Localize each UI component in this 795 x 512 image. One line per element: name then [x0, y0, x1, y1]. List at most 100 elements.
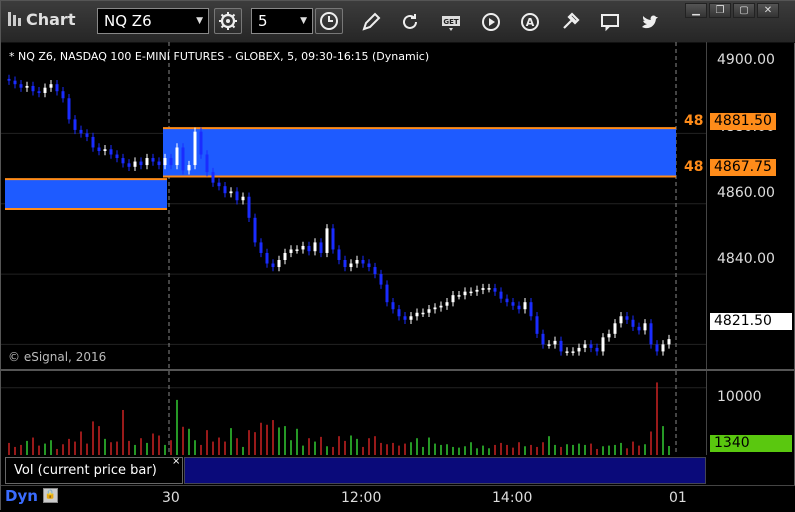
- time-axis-label: 30: [162, 490, 180, 506]
- settings-gear-icon: [219, 12, 237, 30]
- chart-window: Chart NQ Z6 ▼ 5 ▼ GET A ▁ ❐ ▢ ✕ * NQ Z6,…: [0, 0, 795, 512]
- restore-button[interactable]: ❐: [709, 3, 731, 18]
- candle-body: [163, 158, 167, 166]
- symbol-settings-button[interactable]: [214, 8, 242, 34]
- candle-body: [343, 260, 347, 268]
- candle-body: [667, 339, 671, 345]
- candle-body: [601, 337, 605, 352]
- chat-icon[interactable]: [599, 11, 621, 33]
- upper-level-tag: 4881.50: [710, 113, 776, 130]
- candle-body: [319, 242, 323, 253]
- candle-body: [259, 242, 263, 253]
- study-label: Vol (current price bar): [14, 463, 157, 478]
- candle-body: [211, 172, 215, 183]
- candle-body: [553, 340, 557, 345]
- candle-body: [283, 252, 287, 260]
- alert-icon[interactable]: A: [519, 11, 541, 33]
- time-axis[interactable]: 30 12:00 14:00 01: [1, 485, 795, 512]
- play-icon[interactable]: [480, 11, 502, 33]
- candle-body: [55, 84, 59, 92]
- close-window-button[interactable]: ✕: [757, 3, 779, 18]
- candle-body: [253, 217, 257, 243]
- get-icon[interactable]: GET: [440, 11, 462, 33]
- candle-body: [451, 295, 455, 303]
- candle-body: [529, 302, 533, 317]
- candle-body: [457, 295, 461, 297]
- candle-body: [199, 131, 203, 155]
- candle-body: [379, 274, 383, 285]
- study-close-icon[interactable]: ×: [172, 456, 180, 467]
- candle-body: [499, 291, 503, 299]
- minimize-button[interactable]: ▁: [685, 3, 707, 18]
- candle-body: [193, 131, 197, 166]
- candle-body: [205, 154, 209, 173]
- candle-body: [175, 147, 179, 166]
- copyright-label: © eSignal, 2016: [8, 350, 107, 364]
- study-legend[interactable]: Vol (current price bar): [5, 457, 183, 484]
- lock-icon[interactable]: 🔒: [43, 488, 58, 503]
- candle-body: [13, 80, 17, 85]
- candle-body: [127, 163, 131, 167]
- volume-chart[interactable]: [1, 371, 706, 455]
- clock-icon: [320, 12, 338, 30]
- interval-combo[interactable]: 5 ▼: [251, 8, 313, 34]
- candle-body: [469, 291, 473, 294]
- candle-body: [571, 351, 575, 353]
- candle-body: [415, 312, 419, 317]
- candle-body: [397, 309, 401, 317]
- candle-body: [265, 252, 269, 264]
- candle-body: [595, 347, 599, 352]
- pencil-icon[interactable]: [360, 11, 382, 33]
- candle-body: [307, 245, 311, 252]
- lower-level-tag: 4867.75: [710, 159, 776, 176]
- candle-body: [631, 319, 635, 327]
- candle-body: [361, 260, 365, 264]
- candle-body: [427, 309, 431, 313]
- interval-clock-button[interactable]: [315, 8, 343, 34]
- candle-body: [289, 249, 293, 253]
- svg-text:GET: GET: [443, 18, 459, 26]
- candle-body: [181, 147, 185, 171]
- candle-body: [157, 161, 161, 166]
- time-axis-label: 01: [669, 490, 687, 506]
- candle-body: [493, 288, 497, 292]
- candle-body: [61, 91, 65, 99]
- candle-body: [463, 291, 467, 296]
- candle-body: [385, 284, 389, 303]
- level-prefix-upper: 48: [684, 113, 704, 129]
- chevron-down-icon: ▼: [196, 16, 203, 26]
- candle-body: [325, 228, 329, 253]
- candle-body: [271, 263, 275, 268]
- price-axis[interactable]: 4900.00 4880.00 4860.00 4840.00 4820.00 …: [706, 42, 795, 369]
- candle-body: [409, 316, 413, 320]
- maximize-button[interactable]: ▢: [733, 3, 755, 18]
- candle-body: [373, 267, 377, 275]
- dynamic-mode-label[interactable]: Dyn: [5, 487, 38, 505]
- price-axis-label: 4840.00: [717, 251, 775, 267]
- candle-body: [31, 85, 35, 92]
- candle-body: [607, 333, 611, 338]
- price-chart[interactable]: [1, 42, 706, 369]
- refresh-icon[interactable]: [399, 11, 421, 33]
- candle-body: [355, 260, 359, 264]
- toolbar: Chart NQ Z6 ▼ 5 ▼ GET A ▁ ❐ ▢ ✕: [1, 1, 795, 43]
- candle-body: [403, 316, 407, 320]
- time-axis-label: 14:00: [492, 490, 533, 506]
- candle-body: [235, 191, 239, 201]
- candle-body: [661, 344, 665, 352]
- candle-body: [73, 119, 77, 130]
- svg-text:A: A: [526, 16, 535, 29]
- candle-body: [109, 149, 113, 155]
- candle-body: [505, 298, 509, 303]
- twitter-icon[interactable]: [639, 11, 661, 33]
- candle-body: [535, 316, 539, 334]
- candle-body: [217, 182, 221, 187]
- candle-body: [643, 323, 647, 331]
- candle-body: [367, 263, 371, 268]
- chart-logo-icon: [8, 12, 21, 26]
- candle-body: [229, 191, 233, 194]
- last-volume-tag: 1340: [710, 435, 792, 452]
- symbol-combo[interactable]: NQ Z6 ▼: [97, 8, 209, 34]
- app-title: Chart: [26, 10, 76, 29]
- tools-icon[interactable]: [559, 11, 581, 33]
